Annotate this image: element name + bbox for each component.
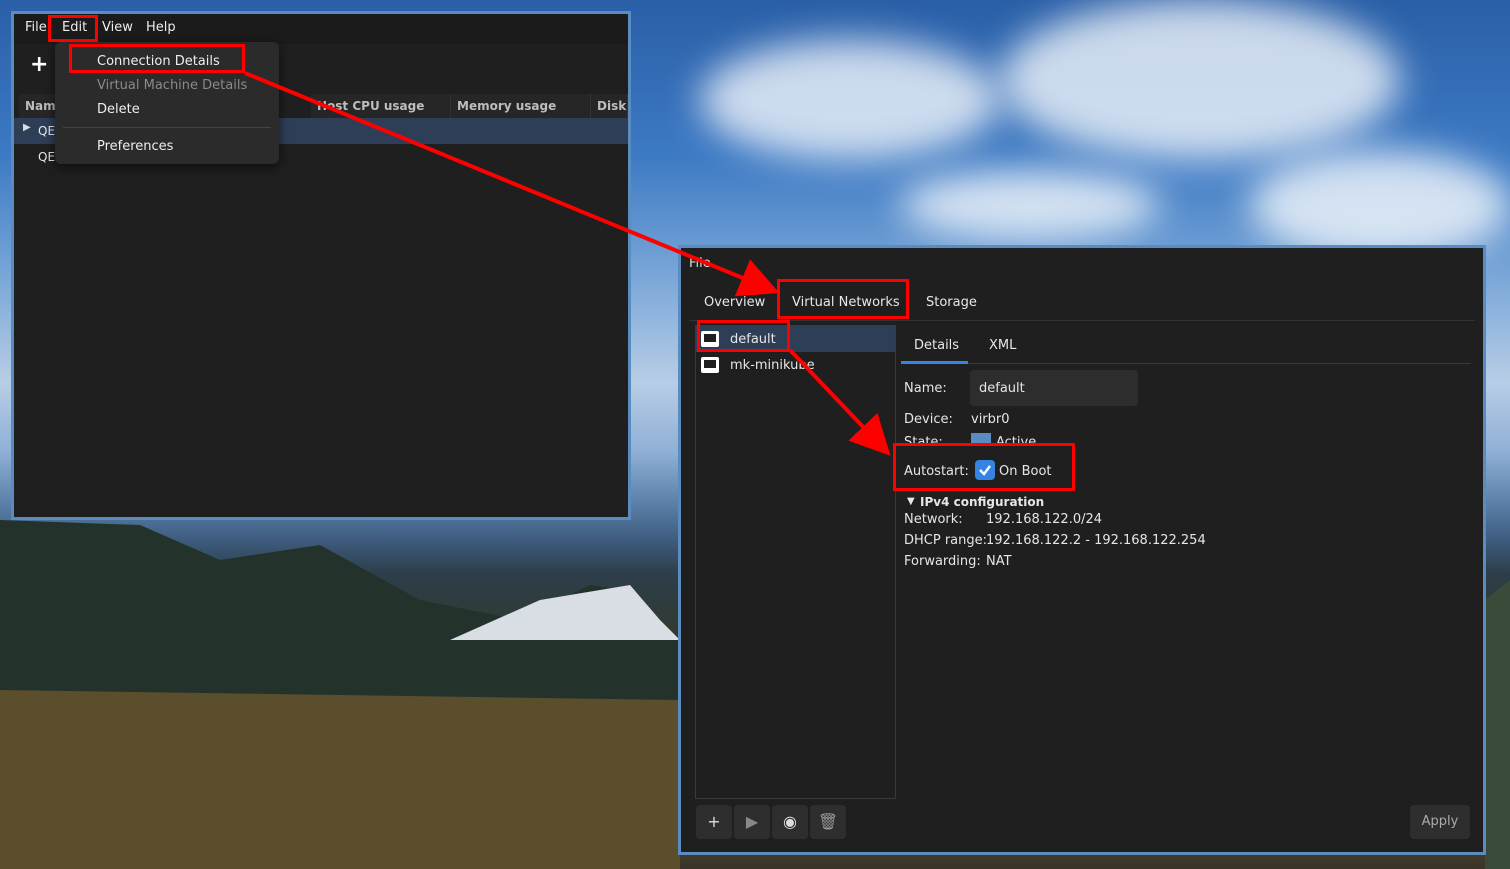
subtab-bar — [901, 327, 1471, 364]
network-icon — [701, 331, 719, 347]
row-label: QE — [38, 150, 56, 164]
tab-overview[interactable]: Overview — [704, 295, 765, 310]
network-icon — [701, 357, 719, 373]
details-pane: Details XML Name: default Device: virbr0… — [896, 325, 1471, 799]
dhcp-label: DHCP range: — [904, 533, 988, 548]
menu-item-delete[interactable]: Delete — [97, 102, 140, 117]
forwarding-label: Forwarding: — [904, 554, 981, 569]
state-row: State: Active — [896, 431, 1096, 443]
column-header-cpu[interactable]: Host CPU usage — [311, 94, 451, 118]
state-label: State: — [904, 435, 943, 443]
edit-dropdown-menu: Connection Details Virtual Machine Detai… — [55, 42, 279, 164]
list-item-label: mk-minikube — [730, 358, 815, 373]
menu-item-vm-details[interactable]: Virtual Machine Details — [97, 78, 247, 93]
main-window: File Edit View Help + Name Host CPU usag… — [11, 11, 631, 520]
device-value: virbr0 — [971, 412, 1010, 427]
new-vm-plus-icon[interactable]: + — [30, 52, 48, 77]
menu-help[interactable]: Help — [146, 20, 176, 35]
menu-file-partial[interactable]: File — [689, 256, 711, 268]
column-header-memory[interactable]: Memory usage — [451, 94, 591, 118]
name-label: Name: — [904, 381, 947, 396]
list-item-label: default — [730, 332, 776, 347]
row-label: QE — [38, 124, 56, 138]
state-value: Active — [996, 435, 1037, 443]
delete-network-button[interactable]: 🗑 — [810, 805, 846, 839]
autostart-label: Autostart: — [904, 464, 969, 479]
menubar: File Edit View Help — [14, 14, 628, 44]
menu-edit[interactable]: Edit — [62, 20, 87, 35]
menu-file[interactable]: File — [25, 20, 47, 35]
subtab-details[interactable]: Details — [914, 338, 959, 353]
list-item-mk-minikube[interactable]: mk-minikube — [696, 352, 895, 378]
network-label: Network: — [904, 512, 963, 527]
autostart-checkbox[interactable] — [975, 460, 995, 480]
name-input-value: default — [979, 381, 1025, 396]
stop-network-button[interactable]: ◉ — [772, 805, 808, 839]
column-header-name[interactable]: Name — [19, 94, 64, 118]
menu-view[interactable]: View — [102, 20, 133, 35]
device-label: Device: — [904, 412, 953, 427]
add-network-button[interactable]: + — [696, 805, 732, 839]
network-list: default mk-minikube — [695, 325, 896, 799]
network-value: 192.168.122.0/24 — [986, 512, 1103, 527]
subtab-underline — [901, 361, 968, 364]
forwarding-value: NAT — [986, 554, 1012, 569]
dhcp-value: 192.168.122.2 - 192.168.122.254 — [986, 533, 1206, 548]
apply-button[interactable]: Apply — [1410, 805, 1470, 839]
subtab-xml[interactable]: XML — [989, 338, 1016, 353]
name-input[interactable]: default — [970, 370, 1138, 406]
column-header-disk[interactable]: Disk I — [591, 94, 628, 118]
autostart-value: On Boot — [999, 464, 1052, 479]
collapse-arrow-icon[interactable]: ▼ — [907, 496, 915, 507]
checkmark-icon — [979, 465, 991, 476]
menu-item-preferences[interactable]: Preferences — [97, 139, 173, 154]
tab-storage[interactable]: Storage — [926, 295, 977, 310]
tab-virtual-networks[interactable]: Virtual Networks — [792, 295, 900, 310]
list-item-default[interactable]: default — [696, 326, 895, 352]
menu-separator — [63, 127, 271, 128]
connection-details-window: File Overview Virtual Networks Storage d… — [678, 245, 1486, 855]
ipv4-header[interactable]: IPv4 configuration — [920, 495, 1044, 509]
play-state-icon — [971, 433, 991, 443]
start-network-button[interactable]: ▶ — [734, 805, 770, 839]
expander-arrow-icon[interactable]: ▶ — [23, 122, 31, 133]
menu-item-connection-details[interactable]: Connection Details — [97, 54, 220, 69]
